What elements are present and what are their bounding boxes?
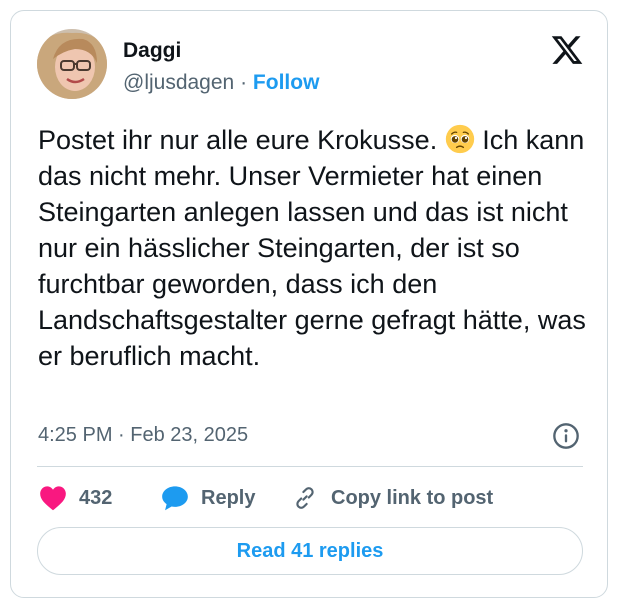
- link-icon: [296, 487, 314, 509]
- info-icon[interactable]: [552, 422, 580, 450]
- divider: [37, 466, 583, 467]
- pleading-face-emoji: [445, 124, 474, 154]
- reply-button[interactable]: Reply: [161, 483, 255, 513]
- copy-link-button[interactable]: Copy link to post: [291, 483, 493, 513]
- x-logo-icon[interactable]: [549, 33, 585, 67]
- tweet-text: Postet ihr nur alle eure Krokusse. Ich k…: [38, 122, 598, 374]
- avatar[interactable]: [37, 29, 107, 99]
- handle-row: @ljusdagen · Follow: [123, 71, 319, 95]
- separator: ·: [240, 71, 248, 94]
- tweet-text-part-1: Postet ihr nur alle eure Krokusse.: [38, 125, 445, 155]
- copy-link-label: Copy link to post: [331, 486, 494, 509]
- timestamp[interactable]: 4:25 PM · Feb 23, 2025: [38, 424, 248, 447]
- tweet-text-part-2: Ich kann das nicht mehr. Unser Vermieter…: [38, 125, 586, 371]
- tweet-card: Daggi @ljusdagen · Follow Postet ihr nur…: [10, 10, 608, 598]
- author-name[interactable]: Daggi: [123, 39, 181, 63]
- heart-icon: [40, 486, 66, 511]
- reply-label: Reply: [201, 486, 256, 509]
- read-replies-label: Read 41 replies: [236, 539, 384, 562]
- reply-bubble-icon: [162, 486, 188, 511]
- follow-button[interactable]: Follow: [253, 71, 320, 94]
- author-handle[interactable]: @ljusdagen: [123, 71, 234, 94]
- like-count: 432: [79, 486, 113, 509]
- like-button[interactable]: 432: [39, 483, 112, 513]
- read-replies-button[interactable]: Read 41 replies: [37, 527, 583, 575]
